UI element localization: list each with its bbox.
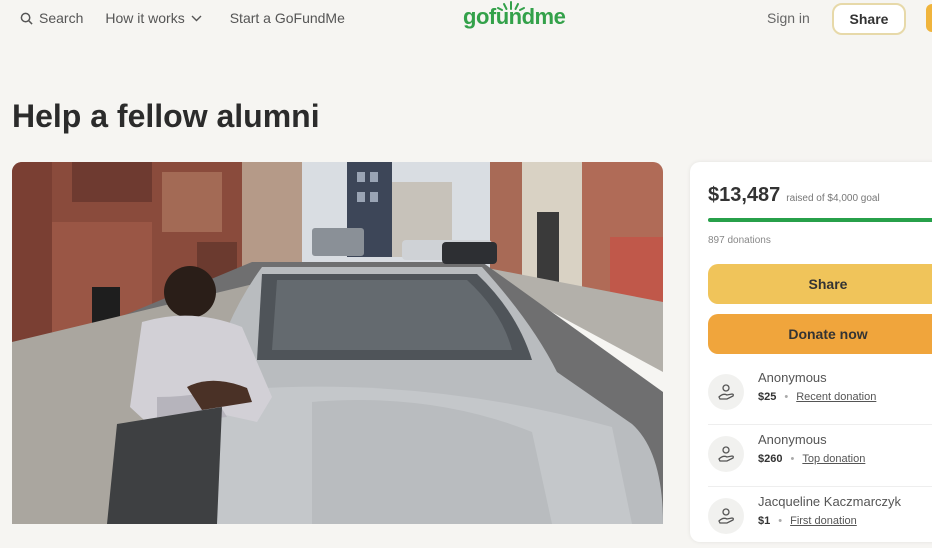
donor-info: Anonymous $260 • Top donation bbox=[758, 432, 865, 486]
header-share-button[interactable]: Share bbox=[832, 3, 906, 35]
how-it-works-label: How it works bbox=[105, 10, 185, 26]
chevron-down-icon bbox=[191, 15, 202, 21]
donor-info: Anonymous $25 • Recent donation bbox=[758, 370, 876, 424]
donor-meta: $260 • Top donation bbox=[758, 453, 865, 465]
donation-hand-icon bbox=[718, 446, 734, 462]
donate-now-button[interactable]: Donate now bbox=[708, 314, 932, 354]
donor-meta: $1 • First donation bbox=[758, 515, 901, 527]
donor-amount: $1 bbox=[758, 515, 771, 527]
start-gofundme-label: Start a GoFundMe bbox=[229, 10, 345, 26]
top-navigation: Search How it works Start a GoFundMe gof… bbox=[0, 0, 932, 40]
divider bbox=[708, 486, 932, 487]
donor-meta: $25 • Recent donation bbox=[758, 391, 876, 403]
search-link[interactable]: Search bbox=[20, 10, 83, 26]
donation-hand-icon bbox=[718, 384, 734, 400]
donor-avatar bbox=[708, 436, 744, 472]
raised-summary: $13,487 raised of $4,000 goal bbox=[708, 184, 880, 207]
street-car-photo bbox=[12, 162, 663, 524]
gofundme-logo[interactable]: gofundme bbox=[463, 4, 566, 30]
search-icon bbox=[20, 12, 33, 25]
search-label: Search bbox=[39, 10, 84, 26]
campaign-title: Help a fellow alumni bbox=[12, 98, 320, 134]
separator-dot: • bbox=[790, 453, 795, 465]
divider bbox=[708, 424, 932, 425]
donor-amount: $260 bbox=[758, 453, 783, 465]
donor-avatar bbox=[708, 374, 744, 410]
donor-item: Jacqueline Kaczmarczyk $1 • First donati… bbox=[708, 492, 932, 548]
start-gofundme-link[interactable]: Start a GoFundMe bbox=[230, 10, 345, 26]
donor-avatar bbox=[708, 498, 744, 534]
start-button-edge[interactable] bbox=[926, 4, 932, 32]
donor-name: Jacqueline Kaczmarczyk bbox=[758, 494, 902, 509]
donor-info: Jacqueline Kaczmarczyk $1 • First donati… bbox=[758, 494, 901, 548]
progress-bar-fill bbox=[708, 218, 932, 222]
progress-bar bbox=[708, 218, 932, 222]
sign-in-link[interactable]: Sign in bbox=[767, 10, 810, 26]
top-donation-link[interactable]: Top donation bbox=[802, 453, 865, 465]
share-button[interactable]: Share bbox=[708, 264, 932, 304]
donations-count: 897 donations bbox=[708, 235, 771, 246]
donor-item: Anonymous $25 • Recent donation bbox=[708, 368, 932, 424]
donor-amount: $25 bbox=[758, 391, 777, 403]
nav-left: Search How it works Start a GoFundMe bbox=[20, 10, 367, 26]
donor-name: Anonymous bbox=[758, 370, 827, 385]
donor-item: Anonymous $260 • Top donation bbox=[708, 430, 932, 486]
how-it-works-menu[interactable]: How it works bbox=[105, 10, 207, 26]
campaign-photo[interactable] bbox=[12, 162, 663, 524]
donation-card: $13,487 raised of $4,000 goal 897 donati… bbox=[690, 162, 932, 542]
first-donation-link[interactable]: First donation bbox=[790, 515, 857, 527]
donor-name: Anonymous bbox=[758, 432, 827, 447]
goal-text: raised of $4,000 goal bbox=[786, 193, 880, 204]
raised-amount: $13,487 bbox=[708, 184, 781, 206]
recent-donation-link[interactable]: Recent donation bbox=[796, 391, 876, 403]
separator-dot: • bbox=[778, 515, 783, 527]
donation-hand-icon bbox=[718, 508, 734, 524]
separator-dot: • bbox=[784, 391, 789, 403]
